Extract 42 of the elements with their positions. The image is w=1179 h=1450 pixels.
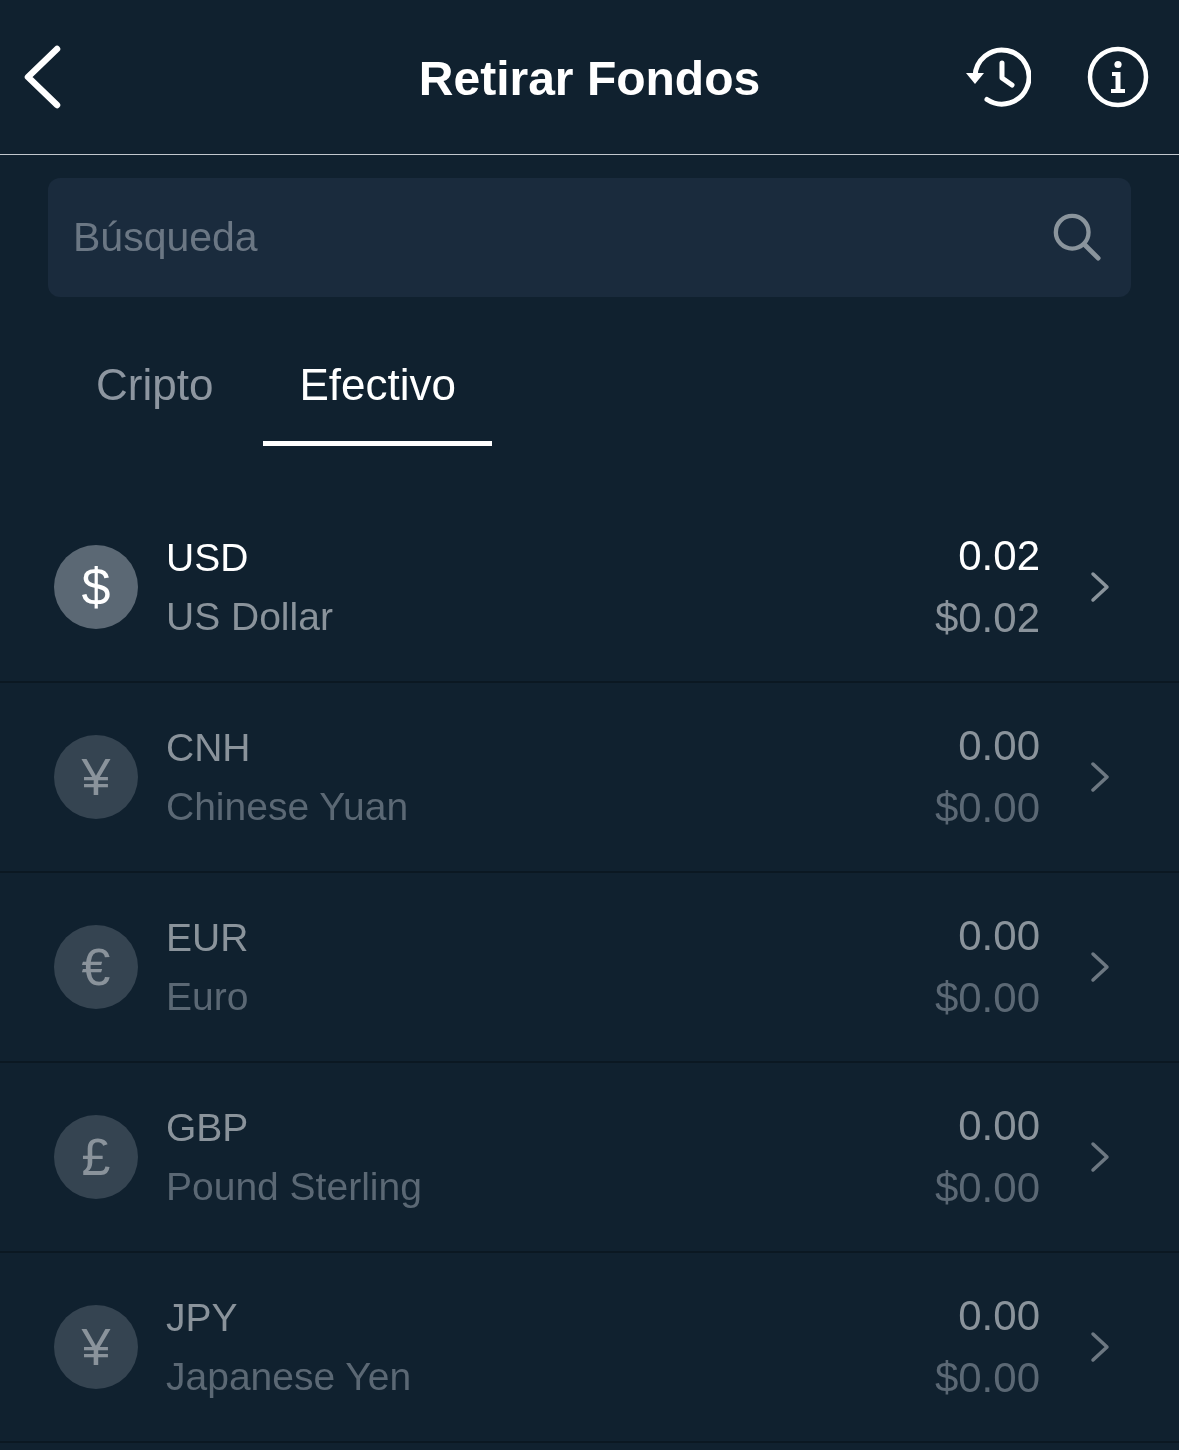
search-field[interactable]: Búsqueda [48, 178, 1131, 297]
chevron-right-icon [1090, 761, 1110, 793]
page-title: Retirar Fondos [418, 50, 761, 106]
currency-icon: ¥ [54, 735, 138, 819]
currency-icon: $ [54, 545, 138, 629]
chevron-right-icon [1090, 1141, 1110, 1173]
balance-amount: 0.00 [958, 912, 1040, 960]
balance-value: $0.02 [934, 594, 1040, 642]
currency-name: Euro [166, 974, 249, 1020]
currency-code: CNH [166, 725, 251, 771]
balance-amount: 0.00 [958, 722, 1040, 770]
currency-code: JPY [166, 1295, 238, 1341]
currency-code: USD [166, 535, 249, 581]
tab[interactable]: Efectivo [263, 329, 492, 446]
currency-name: US Dollar [166, 594, 333, 640]
chevron-right-icon [1090, 951, 1110, 983]
back-chevron-icon [22, 45, 62, 109]
currency-icon: ¥ [54, 1305, 138, 1389]
balance-amount: 0.00 [958, 1102, 1040, 1150]
tab[interactable]: Cripto [60, 329, 250, 446]
balance-amount: 0.02 [958, 532, 1040, 580]
balance-value: $0.00 [934, 784, 1040, 832]
currency-icon: € [54, 925, 138, 1009]
chevron-right-icon [1090, 1331, 1110, 1363]
currency-name: Pound Sterling [166, 1164, 422, 1210]
history-icon [965, 46, 1031, 108]
currency-name: Japanese Yen [166, 1354, 412, 1400]
currency-code: EUR [166, 915, 249, 961]
currency-icon: £ [54, 1115, 138, 1199]
info-button[interactable] [1087, 46, 1149, 108]
currency-row[interactable]: $ USD US Dollar 0.02 $0.02 [0, 493, 1179, 683]
chevron-right-icon [1090, 571, 1110, 603]
balance-value: $0.00 [934, 1354, 1040, 1402]
balance-amount: 0.00 [958, 1292, 1040, 1340]
back-button[interactable] [22, 45, 62, 109]
search-icon [1052, 212, 1102, 262]
currency-name: Chinese Yuan [166, 784, 409, 830]
balance-value: $0.00 [934, 974, 1040, 1022]
currency-code: GBP [166, 1105, 249, 1151]
balance-value: $0.00 [934, 1164, 1040, 1212]
info-icon [1087, 46, 1149, 108]
history-button[interactable] [965, 46, 1031, 108]
